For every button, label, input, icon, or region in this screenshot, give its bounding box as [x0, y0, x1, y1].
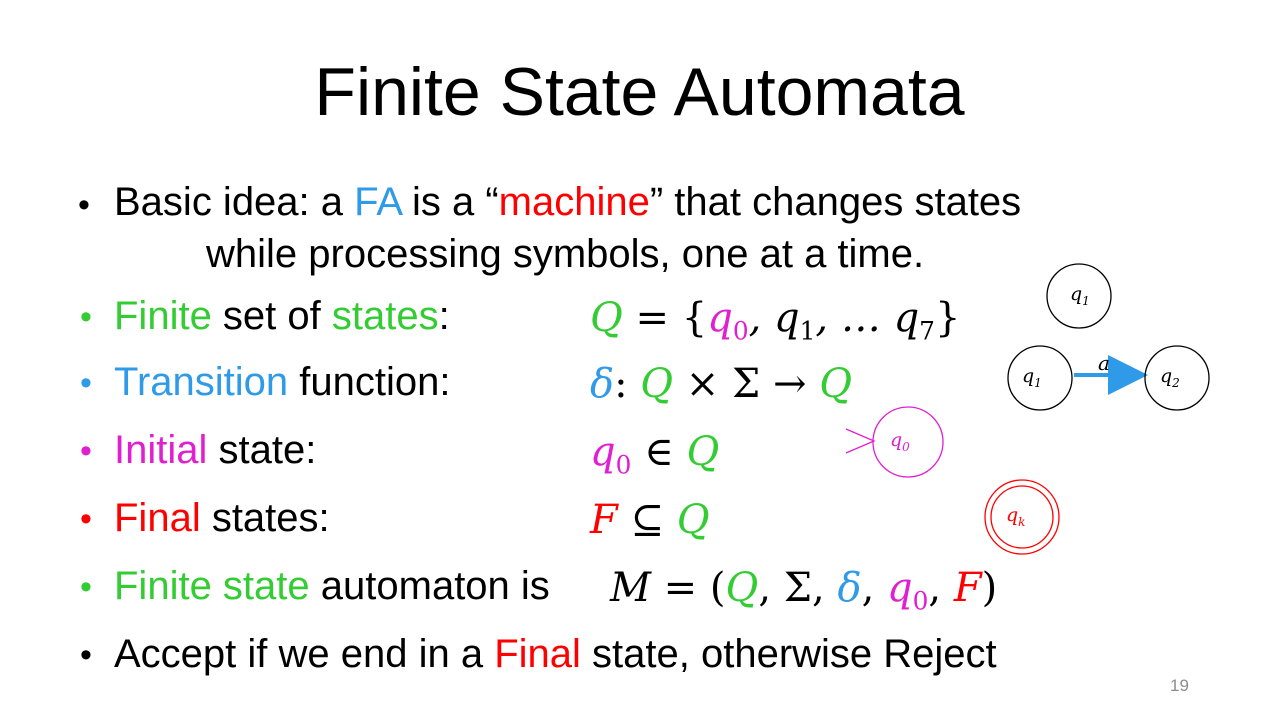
automaton-diagram: q1 q1 a q2 q0 qk	[845, 263, 1210, 555]
svg-text:q0: q0	[890, 429, 910, 454]
svg-text:q1: q1	[1022, 365, 1042, 390]
state-node-q1-single: q1	[1046, 263, 1112, 329]
final-state-node: qk	[984, 479, 1060, 555]
state-node-q1: q1	[1007, 345, 1073, 411]
page-number: 19	[1170, 676, 1189, 695]
svg-text:qk: qk	[1006, 504, 1025, 529]
initial-state-node: q0	[845, 406, 944, 478]
state-node-q2: q2	[1144, 345, 1210, 411]
svg-text:q1: q1	[1070, 283, 1090, 308]
edge-label: a	[1098, 351, 1110, 375]
transition-edge: a	[1074, 351, 1148, 395]
svg-text:q2: q2	[1160, 365, 1180, 390]
